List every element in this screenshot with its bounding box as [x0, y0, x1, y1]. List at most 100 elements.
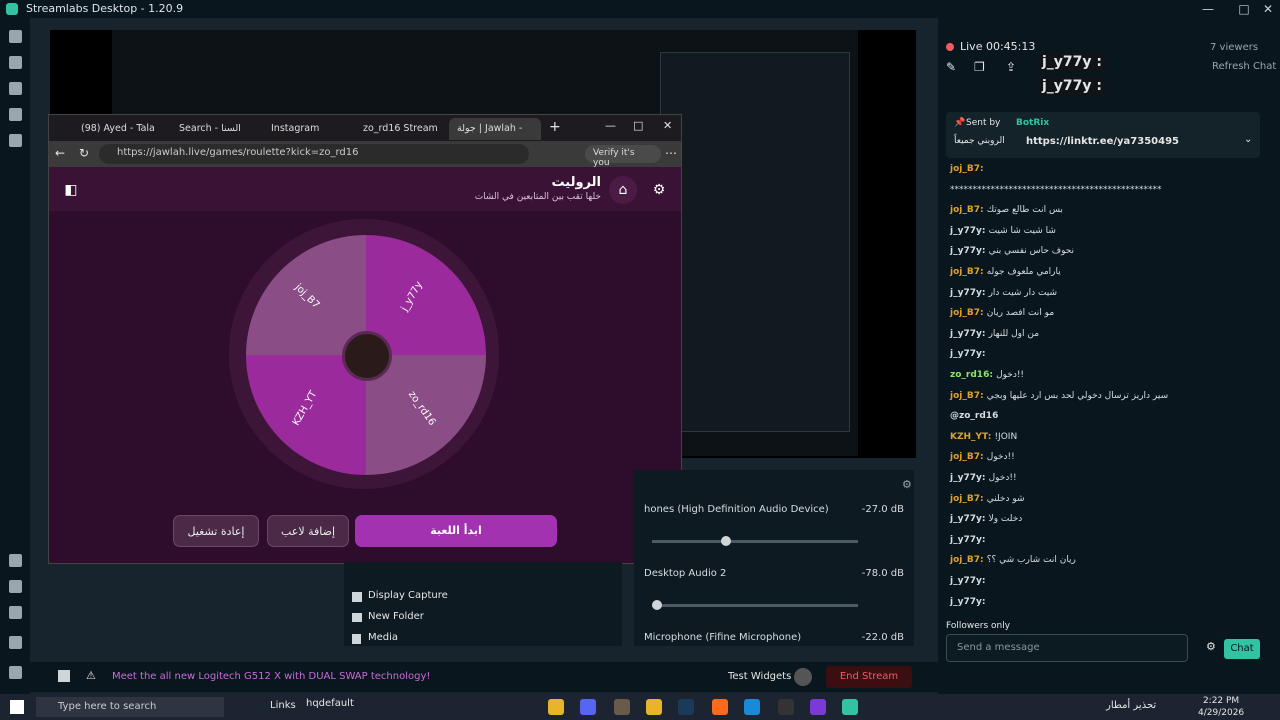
maximize-icon[interactable]: □	[633, 119, 643, 132]
chat-username[interactable]: j_y77y:	[950, 329, 989, 339]
capcut-icon[interactable]	[778, 699, 794, 715]
gear-icon[interactable]: ⚙	[902, 478, 912, 491]
steam-icon[interactable]	[678, 699, 694, 715]
chat-username[interactable]: joj_B7:	[950, 267, 987, 277]
chat-message: j_y77y: دخلت ولا	[950, 514, 1022, 524]
source-item[interactable]: Display Capture	[368, 590, 448, 601]
tab-kick[interactable]: zo_rd16 Stream	[355, 118, 447, 140]
pinned-link[interactable]: https://linktr.ee/ya7350495	[1026, 136, 1179, 147]
edit-icon[interactable]: ✎	[946, 60, 956, 74]
chat-username[interactable]: j_y77y:	[950, 514, 989, 524]
close-icon[interactable]: ✕	[663, 119, 672, 132]
volume-slider[interactable]	[652, 536, 858, 546]
volume-knob[interactable]	[720, 536, 731, 546]
close-icon[interactable]: ✕	[1256, 0, 1280, 18]
layouts-icon[interactable]	[9, 108, 22, 121]
chat-username[interactable]: j_y77y:	[950, 535, 985, 545]
taskbar-app-icon[interactable]	[614, 699, 630, 715]
reload-icon[interactable]: ↻	[79, 146, 89, 160]
themes-icon[interactable]	[9, 56, 22, 69]
chat-username[interactable]: j_y77y:	[950, 576, 985, 586]
gear-icon[interactable]: ⚙	[1206, 640, 1216, 653]
chat-username[interactable]: joj_B7:	[950, 308, 987, 318]
chat-username[interactable]: j_y77y:	[950, 288, 989, 298]
edge-icon[interactable]	[744, 699, 760, 715]
tab-jawlah[interactable]: جولة | Jawlah -	[449, 118, 541, 140]
source-item[interactable]: New Folder	[368, 611, 424, 622]
start-game-button[interactable]: ابدأ اللعبة	[355, 515, 557, 547]
tab-youtube[interactable]: (98) Ayed - Tala	[73, 118, 167, 140]
chat-send-button[interactable]: Chat	[1224, 639, 1260, 659]
more-icon[interactable]: ⋯	[665, 146, 677, 160]
home-icon[interactable]: ⌂	[609, 176, 637, 204]
rec-icon[interactable]	[794, 668, 812, 686]
taskbar-app-icon[interactable]	[548, 699, 564, 715]
browser-icon[interactable]	[712, 699, 728, 715]
taskbar-search-input[interactable]: Type here to search	[36, 697, 224, 717]
alert-icon[interactable]: ⚠	[86, 669, 96, 682]
chat-username[interactable]: zo_rd16:	[950, 370, 996, 380]
add-player-button[interactable]: إضافة لاعب	[267, 515, 349, 547]
gift-icon[interactable]	[9, 580, 22, 593]
editor-icon[interactable]	[9, 30, 22, 43]
store-icon[interactable]	[9, 82, 22, 95]
weather-label[interactable]: تحذير أمطار	[1106, 700, 1156, 711]
taskbar-clock[interactable]: 2:22 PM 4/29/2026	[1198, 695, 1244, 719]
chat-username[interactable]: j_y77y:	[950, 246, 989, 256]
back-icon[interactable]: ←	[55, 146, 65, 160]
tab-search[interactable]: Search - السنا	[171, 118, 261, 140]
chat-username[interactable]: j_y77y:	[950, 226, 989, 236]
chat-username[interactable]: KZH_YT:	[950, 432, 994, 442]
new-tab-icon[interactable]: +	[549, 119, 561, 135]
chat-username[interactable]: j_y77y:	[950, 473, 989, 483]
chat-username[interactable]: joj_B7:	[950, 164, 984, 174]
chat-username[interactable]: joj_B7:	[950, 205, 987, 215]
copy-icon[interactable]: ❐	[974, 60, 985, 74]
profile-icon[interactable]	[9, 666, 22, 679]
url-input[interactable]: https://jawlah.live/games/roulette?kick=…	[99, 144, 529, 164]
maximize-icon[interactable]: □	[1232, 0, 1256, 18]
volume-slider[interactable]	[652, 600, 858, 610]
end-stream-button[interactable]: End Stream	[826, 666, 912, 688]
windows-start-icon[interactable]	[10, 700, 24, 714]
chat-username[interactable]: @zo_rd16	[950, 411, 998, 421]
chat-username[interactable]: j_y77y:	[950, 349, 985, 359]
volume-knob[interactable]	[652, 600, 662, 610]
verify-button[interactable]: Verify it's you	[585, 145, 661, 168]
chat-input[interactable]: Send a message	[946, 634, 1188, 662]
refresh-chat-button[interactable]: Refresh Chat	[1212, 61, 1276, 72]
record-icon[interactable]	[9, 134, 22, 147]
taskbar-app-icon[interactable]	[810, 699, 826, 715]
test-widgets-button[interactable]: Test Widgets	[728, 671, 791, 682]
chat-username[interactable]: joj_B7:	[950, 555, 987, 565]
chat-message: j_y77y: شيت دار شيت دار	[950, 288, 1057, 298]
hqdefault-label[interactable]: hqdefault	[306, 698, 354, 709]
streamlabs-icon[interactable]	[842, 699, 858, 715]
stats-icon[interactable]	[58, 670, 70, 682]
minimize-icon[interactable]: —	[1196, 0, 1220, 18]
help-icon[interactable]	[9, 606, 22, 619]
chat-username[interactable]: joj_B7:	[950, 452, 987, 462]
tab-label: Instagram	[271, 123, 320, 134]
links-toolbar[interactable]: Links	[270, 700, 296, 711]
page-header: ◧ الروليت خلها تقب بين المتابعين في الشا…	[49, 167, 681, 211]
gear-icon[interactable]: ⚙	[645, 176, 673, 204]
source-item[interactable]: Media	[368, 632, 398, 643]
promo-link[interactable]: Meet the all new Logitech G512 X with DU…	[112, 671, 430, 682]
discord-icon[interactable]	[580, 699, 596, 715]
chevron-down-icon[interactable]: ⌄	[1244, 134, 1252, 145]
replay-button[interactable]: إعادة تشغيل	[173, 515, 259, 547]
minimize-icon[interactable]: —	[605, 119, 616, 132]
folder-icon[interactable]	[646, 699, 662, 715]
viewer-count: 7 viewers	[1210, 42, 1259, 53]
chat-username[interactable]: joj_B7:	[950, 494, 987, 504]
tab-instagram[interactable]: Instagram	[263, 118, 353, 140]
settings-icon[interactable]	[9, 636, 22, 649]
mixer-source-name: Desktop Audio 2	[644, 568, 727, 579]
kick-icon[interactable]: ◧	[57, 176, 85, 204]
share-icon[interactable]: ⇪	[1006, 60, 1016, 74]
chat-username[interactable]: j_y77y:	[950, 597, 985, 607]
chat-text: شو دخلني	[986, 493, 1025, 504]
chat-username[interactable]: joj_B7:	[950, 391, 987, 401]
studio-mode-icon[interactable]	[9, 554, 22, 567]
